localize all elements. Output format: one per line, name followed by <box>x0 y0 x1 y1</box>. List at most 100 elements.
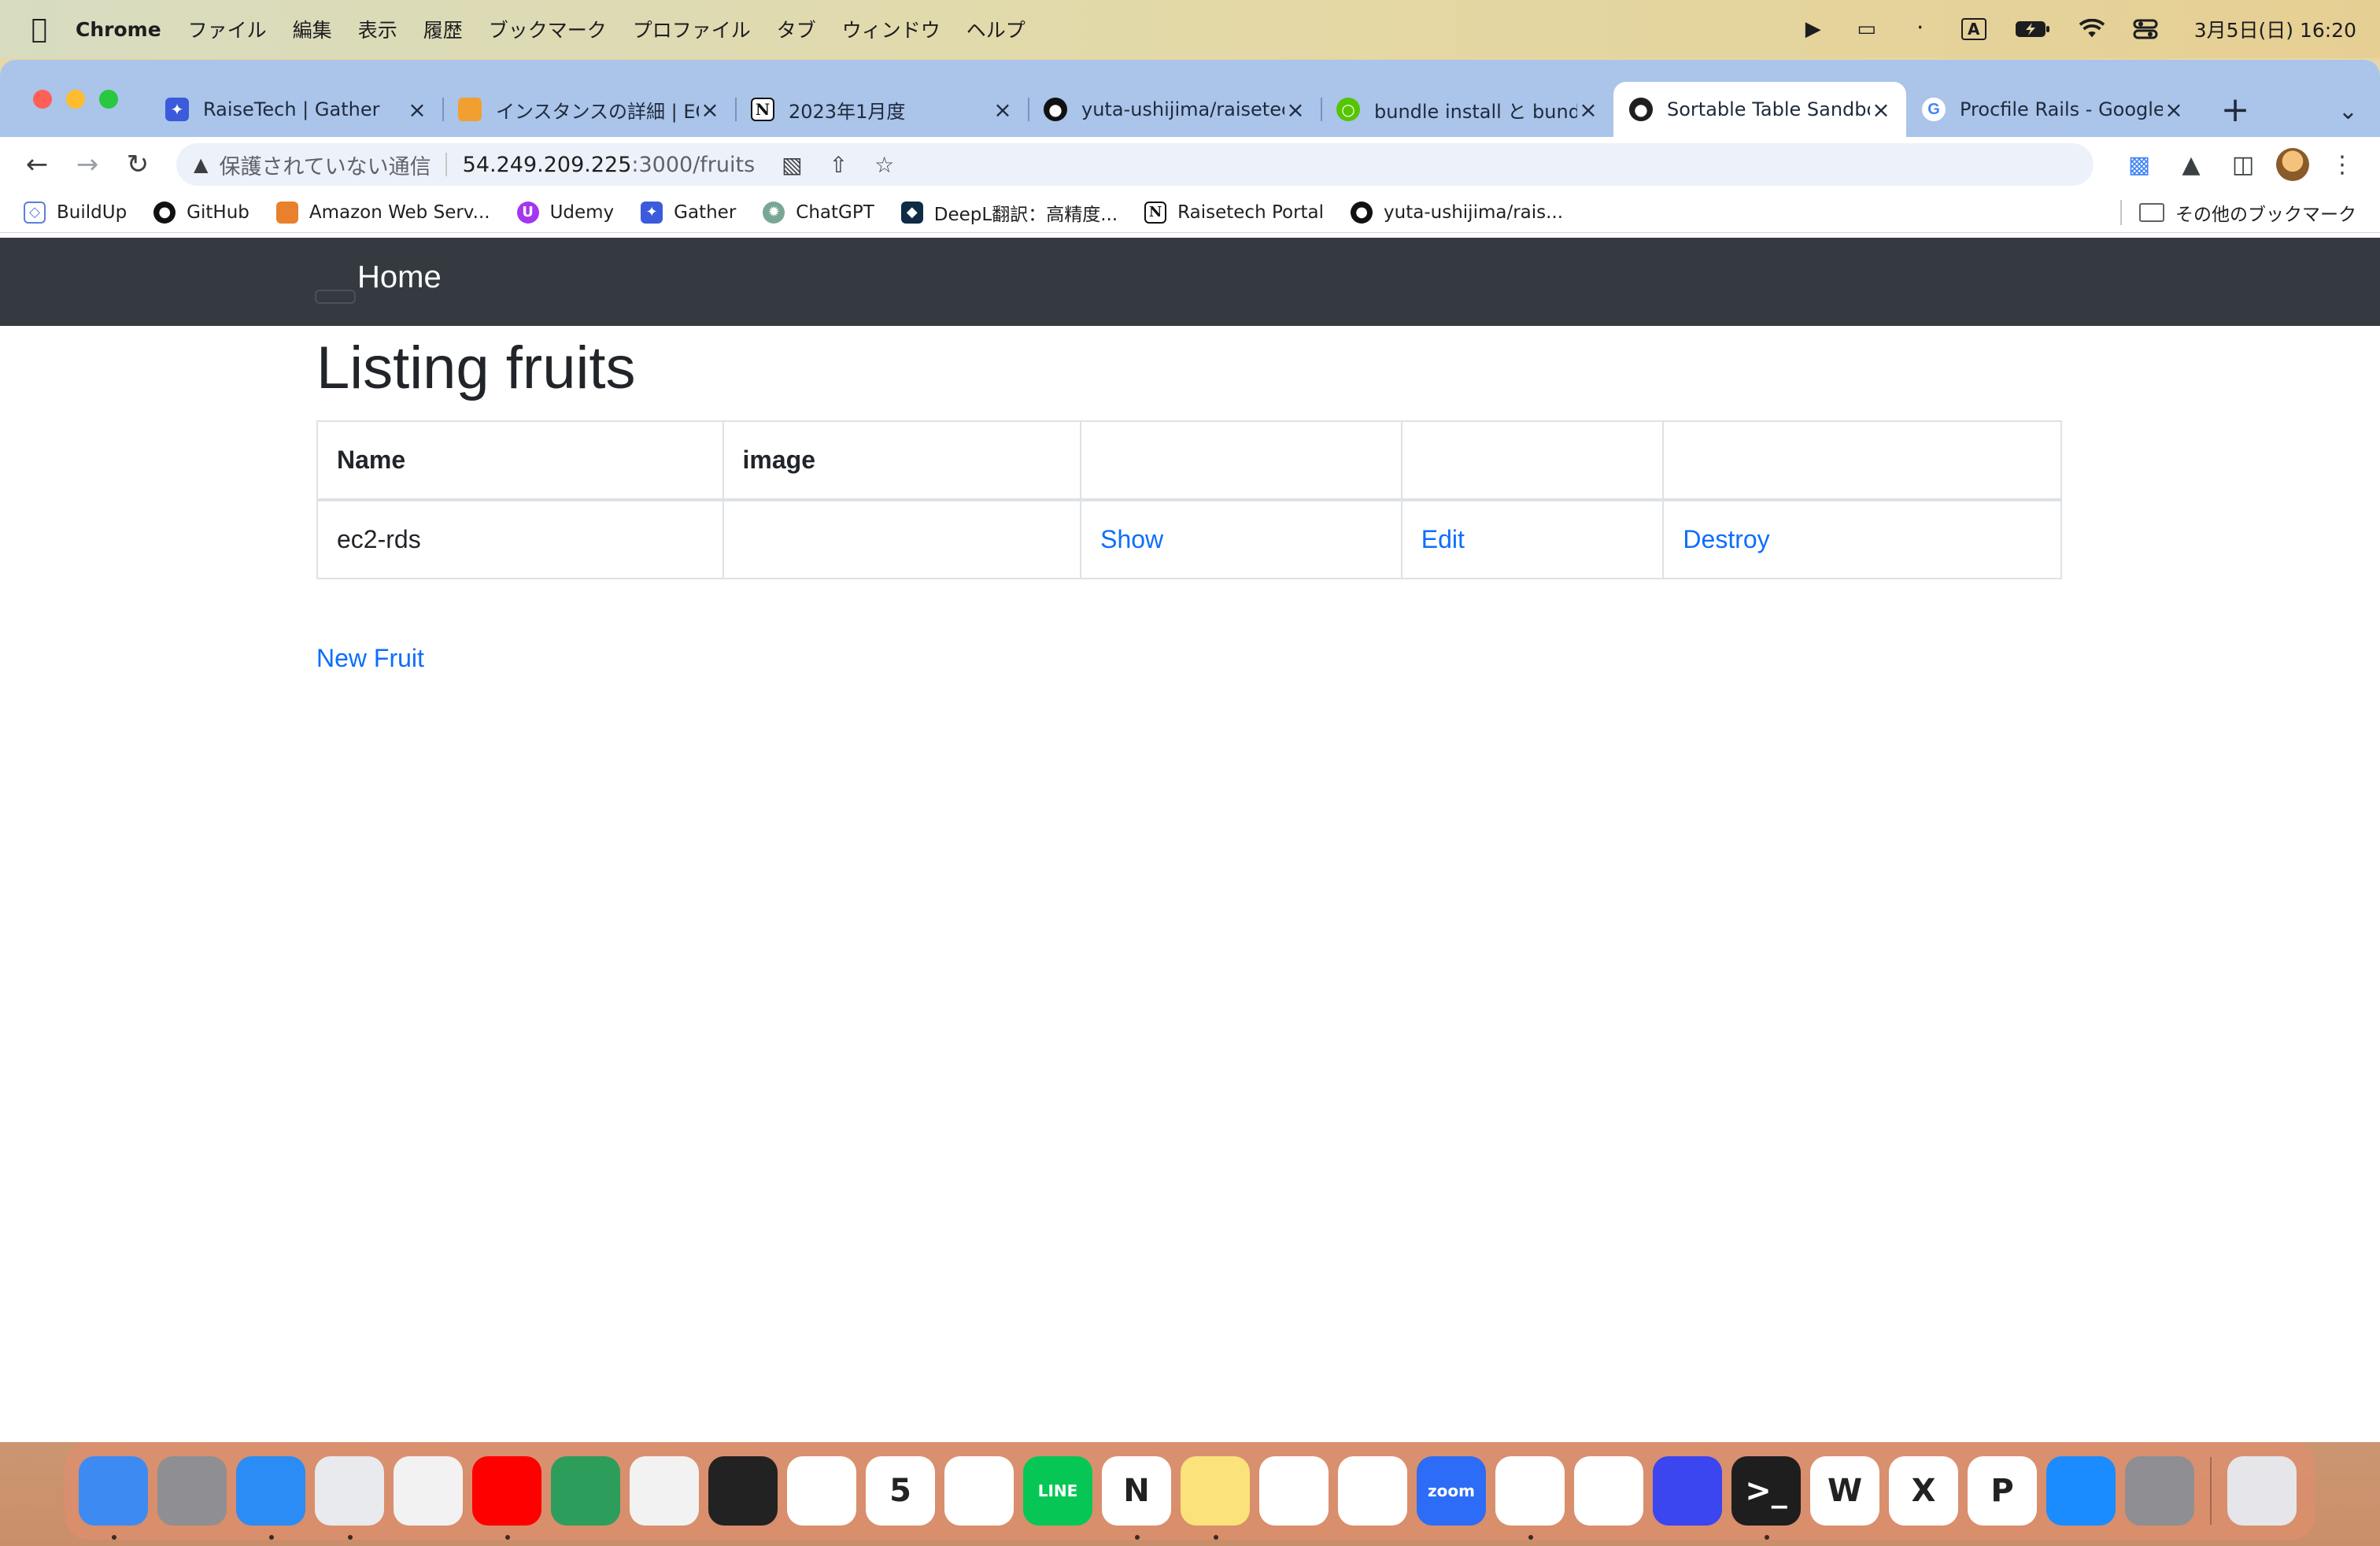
url-path[interactable]: :3000/fruits <box>631 153 755 177</box>
menu-history[interactable]: 履歴 <box>423 15 463 43</box>
final-cut-pro-icon[interactable] <box>708 1456 778 1526</box>
display-icon[interactable]: ▭ <box>1854 17 1879 41</box>
more-menu-icon[interactable]: ⋮ <box>2323 146 2361 183</box>
zoom-window-button[interactable] <box>99 90 118 109</box>
menu-profile[interactable]: プロファイル <box>633 15 751 43</box>
control-center-icon[interactable] <box>2133 18 2158 40</box>
menu-tab[interactable]: タブ <box>777 15 816 43</box>
navbar-toggler-button[interactable] <box>315 290 356 304</box>
navbar-brand-home[interactable]: Home <box>357 260 442 295</box>
close-icon[interactable]: × <box>2163 97 2185 123</box>
google-translate-extension-icon[interactable]: ▩ <box>2120 146 2158 183</box>
vscode-icon[interactable] <box>787 1456 856 1526</box>
bookmark-deepl[interactable]: ◆ DeepL翻訳：高精度... <box>900 199 1118 226</box>
tab-github-repo[interactable]: ● yuta-ushijima/raisetech × <box>1028 82 1321 137</box>
safari-icon[interactable] <box>236 1456 305 1540</box>
side-panel-icon[interactable]: ◫ <box>2224 146 2262 183</box>
tab-raisetech-gather[interactable]: ✦ RaiseTech | Gather × <box>150 82 442 137</box>
warning-icon[interactable]: ▲ <box>194 153 208 176</box>
close-icon[interactable]: × <box>992 97 1014 123</box>
reload-icon[interactable]: ↻ <box>120 146 156 183</box>
close-window-button[interactable] <box>33 90 52 109</box>
freeform-icon[interactable] <box>1259 1456 1329 1526</box>
excel-icon[interactable]: X <box>1889 1456 1958 1526</box>
close-icon[interactable]: × <box>1284 97 1306 123</box>
extensions-icon[interactable]: ▲ <box>2172 146 2210 183</box>
play-circle-icon[interactable]: ▶ <box>1801 17 1826 41</box>
wifi-icon[interactable] <box>2079 18 2105 40</box>
app-store-icon[interactable] <box>2046 1456 2116 1526</box>
menu-app-name[interactable]: Chrome <box>76 18 161 41</box>
close-icon[interactable]: × <box>406 97 428 123</box>
gather-icon[interactable] <box>1653 1456 1722 1526</box>
screen-recorder-icon[interactable] <box>630 1456 699 1526</box>
bookmark-udemy[interactable]: U Udemy <box>516 201 614 224</box>
bookmark-aws[interactable]: Amazon Web Serv... <box>275 201 490 224</box>
bookmark-github-repo[interactable]: ● yuta-ushijima/rais... <box>1351 201 1563 224</box>
menubar-clock[interactable]: 3月5日(日) 16:20 <box>2194 15 2356 43</box>
chevron-down-icon[interactable]: ⌄ <box>2338 98 2358 125</box>
terminal-icon[interactable]: >_ <box>1731 1456 1801 1540</box>
battery-charging-icon[interactable] <box>2015 18 2051 40</box>
bookmark-github[interactable]: ● GitHub <box>153 201 249 224</box>
profile-avatar[interactable] <box>2276 148 2309 181</box>
menu-bar:  Chrome ファイル 編集 表示 履歴 ブックマーク プロファイル タブ … <box>0 0 2380 58</box>
line-icon[interactable]: LINE <box>1023 1456 1092 1526</box>
youtube-icon[interactable] <box>472 1456 541 1540</box>
textedit-icon[interactable] <box>1338 1456 1407 1526</box>
close-icon[interactable]: × <box>1577 97 1599 123</box>
launchpad-icon[interactable] <box>157 1456 227 1526</box>
tab-google-search[interactable]: G Procfile Rails - Google × <box>1906 82 2199 137</box>
new-tab-button[interactable]: + <box>2212 82 2259 137</box>
star-icon[interactable]: ☆ <box>874 152 894 178</box>
notion-icon[interactable]: N <box>1102 1456 1171 1540</box>
new-fruit-link[interactable]: New Fruit <box>316 644 424 673</box>
calendar-icon[interactable]: 5 <box>866 1456 935 1526</box>
powerpoint-icon[interactable]: P <box>1968 1456 2037 1526</box>
chrome-icon[interactable] <box>315 1456 384 1540</box>
url-host[interactable]: 54.249.209.225 <box>463 153 632 177</box>
finder-icon[interactable] <box>79 1456 148 1540</box>
back-icon[interactable]: ← <box>19 146 55 183</box>
apple-icon[interactable]:  <box>24 13 55 45</box>
bookmark-buildup[interactable]: ◇ BuildUp <box>24 201 127 224</box>
security-status[interactable]: 保護されていない通信 <box>219 150 431 180</box>
bookmark-chatgpt[interactable]: ✹ ChatGPT <box>763 201 874 224</box>
close-icon[interactable]: × <box>699 97 721 123</box>
word-icon[interactable]: W <box>1810 1456 1879 1526</box>
photos-icon[interactable] <box>394 1456 463 1526</box>
bookmark-raisetech-portal[interactable]: N Raisetech Portal <box>1144 201 1324 224</box>
trash-icon[interactable] <box>2227 1456 2297 1526</box>
tab-notion-page[interactable]: N 2023年1月度 × <box>735 82 1028 137</box>
menu-window[interactable]: ウィンドウ <box>842 15 941 43</box>
menu-view[interactable]: 表示 <box>358 15 397 43</box>
edit-link[interactable]: Edit <box>1421 525 1465 553</box>
minimize-window-button[interactable] <box>66 90 85 109</box>
menu-edit[interactable]: 編集 <box>293 15 332 43</box>
running-indicator <box>1135 1535 1140 1540</box>
destroy-link[interactable]: Destroy <box>1683 525 1769 553</box>
show-link[interactable]: Show <box>1100 525 1163 553</box>
system-settings-icon[interactable] <box>2125 1456 2194 1526</box>
share-icon[interactable]: ⇧ <box>830 152 848 178</box>
menu-help[interactable]: ヘルプ <box>966 15 1026 43</box>
translate-icon[interactable]: ▧ <box>782 152 802 178</box>
menu-bookmarks[interactable]: ブックマーク <box>489 15 607 43</box>
tab-ec2-instance[interactable]: インスタンスの詳細 | EC2 × <box>442 82 735 137</box>
tab-sortable-table[interactable]: ● Sortable Table Sandbox × <box>1613 82 1906 137</box>
zoom-icon[interactable]: zoom <box>1417 1456 1486 1526</box>
close-icon[interactable]: × <box>1870 97 1892 123</box>
buildup-icon[interactable] <box>1574 1456 1643 1526</box>
other-bookmarks-folder[interactable]: その他のブックマーク <box>2139 199 2356 226</box>
menu-file[interactable]: ファイル <box>188 15 267 43</box>
slack-icon[interactable] <box>1495 1456 1565 1540</box>
forward-icon[interactable]: → <box>69 146 105 183</box>
books-icon[interactable] <box>551 1456 620 1526</box>
bluetooth-icon[interactable]: ᛫ <box>1908 17 1933 41</box>
gmail-icon[interactable] <box>944 1456 1014 1526</box>
bookmark-gather[interactable]: ✦ Gather <box>641 201 736 224</box>
address-bar[interactable]: ▲ 保護されていない通信 54.249.209.225:3000/fruits … <box>176 143 2094 186</box>
notes-icon[interactable] <box>1181 1456 1250 1540</box>
input-source-icon[interactable]: A <box>1961 18 1986 40</box>
tab-qiita-article[interactable]: ○ bundle install と bundle × <box>1321 82 1613 137</box>
